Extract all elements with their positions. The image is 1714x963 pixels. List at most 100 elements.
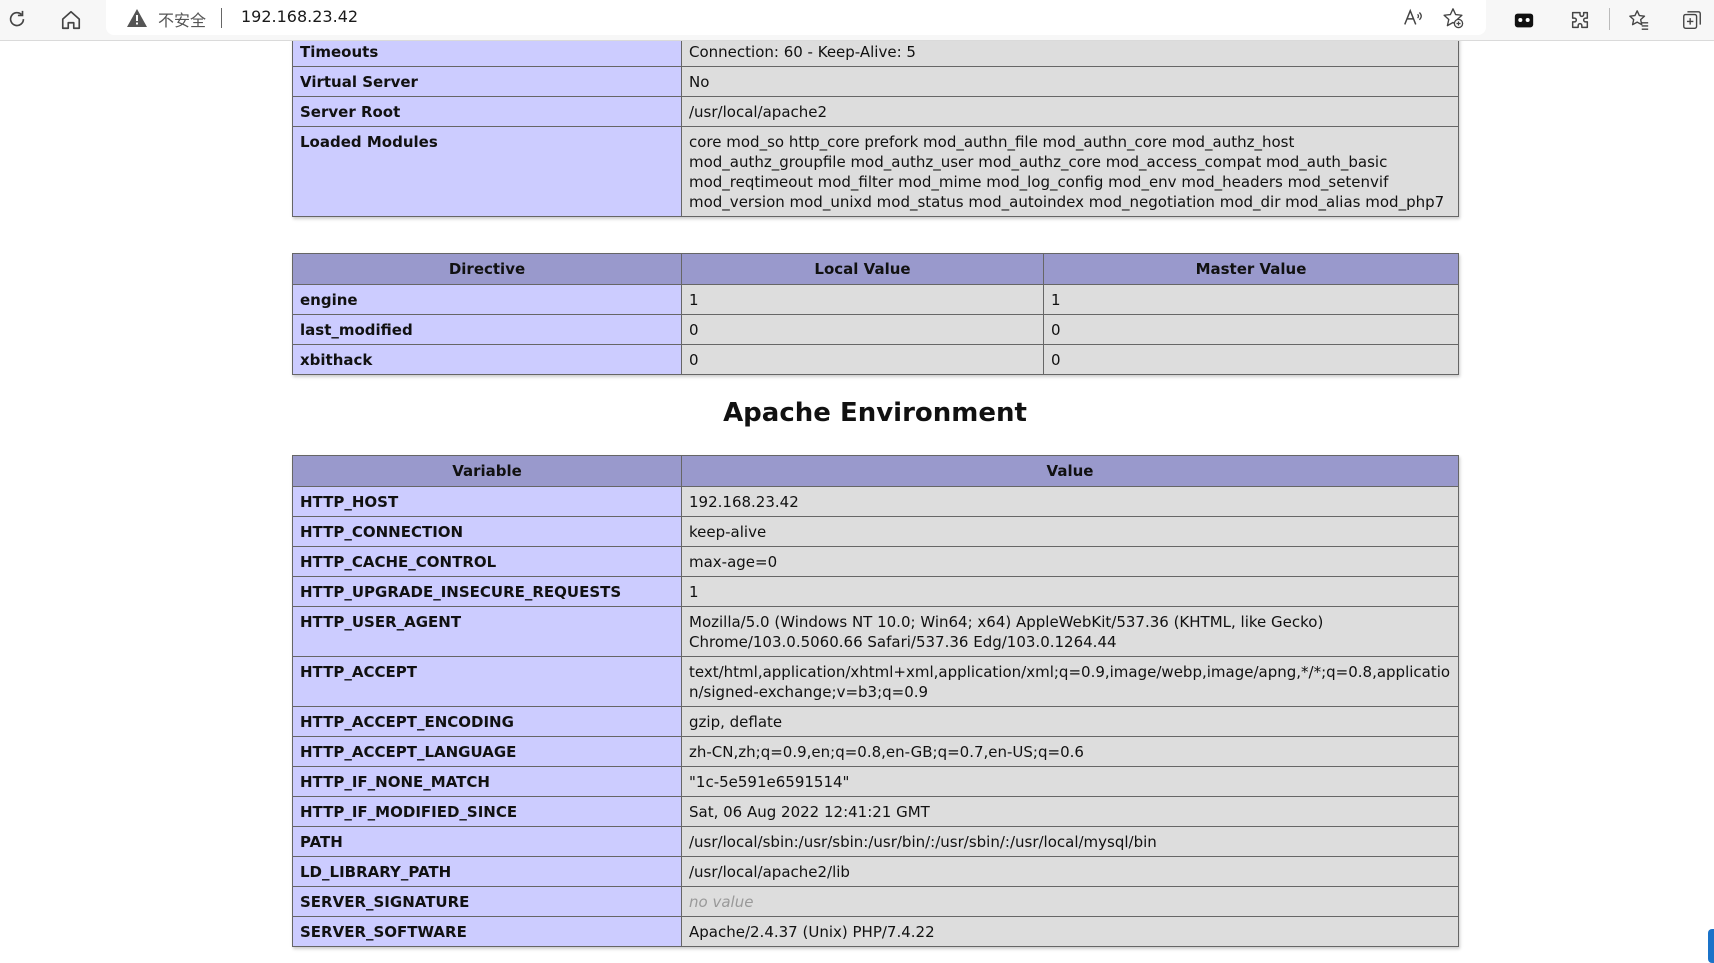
table-header-row: Directive Local Value Master Value: [292, 253, 1459, 285]
url-text[interactable]: 192.168.23.42: [241, 7, 358, 26]
games-icon: [1514, 13, 1534, 28]
table-cell-value: 192.168.23.42: [681, 486, 1459, 517]
table-cell-name: HTTP_IF_NONE_MATCH: [292, 766, 682, 797]
table-cell-value: gzip, deflate: [681, 706, 1459, 737]
table-cell-name: LD_LIBRARY_PATH: [292, 856, 682, 887]
table-row: HTTP_UPGRADE_INSECURE_REQUESTS 1: [292, 576, 1459, 607]
directive-table: Directive Local Value Master Value engin…: [292, 253, 1459, 375]
table-cell-value: 1: [681, 576, 1459, 607]
browser-toolbar: 不安全 192.168.23.42: [0, 0, 1714, 41]
table-row: LD_LIBRARY_PATH/usr/local/apache2/lib: [292, 856, 1459, 887]
column-header-variable: Variable: [292, 455, 682, 487]
table-cell-name: HTTP_UPGRADE_INSECURE_REQUESTS: [292, 576, 682, 607]
table-row: Server Root /usr/local/apache2: [292, 96, 1459, 127]
extensions-icon: [1571, 11, 1589, 29]
section-title: Apache Environment: [723, 398, 1027, 428]
table-cell-value: /usr/local/apache2: [681, 96, 1459, 127]
no-value-text: no value: [689, 893, 754, 911]
table-row: HTTP_HOST 192.168.23.42: [292, 486, 1459, 517]
address-separator: [221, 8, 222, 28]
add-favorite-button[interactable]: [1436, 1, 1470, 35]
table-cell-value: Apache/2.4.37 (Unix) PHP/7.4.22: [681, 916, 1459, 947]
table-cell-value: No: [681, 66, 1459, 97]
column-header-directive: Directive: [292, 253, 682, 285]
refresh-icon: [9, 10, 25, 27]
table-cell-name: HTTP_HOST: [292, 486, 682, 517]
warning-icon[interactable]: [126, 8, 148, 28]
column-header-local-value: Local Value: [681, 253, 1044, 285]
column-header-value: Value: [681, 455, 1459, 487]
read-aloud-button[interactable]: [1396, 1, 1430, 35]
read-aloud-icon: [1404, 8, 1422, 25]
table-row: PATH/usr/local/sbin:/usr/sbin:/usr/bin/:…: [292, 826, 1459, 857]
refresh-button[interactable]: [0, 3, 34, 37]
table-cell-name: HTTP_IF_MODIFIED_SINCE: [292, 796, 682, 827]
table-cell-master: 0: [1043, 314, 1459, 345]
table-cell-name: Timeouts: [292, 41, 682, 67]
table-row: HTTP_IF_MODIFIED_SINCE Sat, 06 Aug 2022 1…: [292, 796, 1459, 827]
table-row: HTTP_CONNECTION keep-alive: [292, 516, 1459, 547]
table-row: last_modified 0 0: [292, 314, 1459, 345]
table-cell-local: 0: [681, 344, 1044, 375]
table-cell-value: core mod_so http_core prefork mod_authn_…: [681, 126, 1459, 217]
table-cell-name: engine: [292, 284, 682, 315]
table-row: HTTP_USER_AGENT Mozilla/5.0 (Windows NT 1…: [292, 606, 1459, 657]
table-cell-value: zh-CN,zh;q=0.9,en;q=0.8,en-GB;q=0.7,en-U…: [681, 736, 1459, 767]
table-cell-name: SERVER_SIGNATURE: [292, 886, 682, 917]
table-cell-name: SERVER_SOFTWARE: [292, 916, 682, 947]
table-cell-name: HTTP_ACCEPT_LANGUAGE: [292, 736, 682, 767]
table-cell-value: no value: [681, 886, 1459, 917]
home-button[interactable]: [54, 3, 88, 37]
table-cell-name: HTTP_CACHE_CONTROL: [292, 546, 682, 577]
collections-button[interactable]: [1675, 3, 1709, 37]
table-cell-local: 1: [681, 284, 1044, 315]
table-row: Loaded Modules core mod_so http_core pre…: [292, 126, 1459, 217]
table-row: HTTP_ACCEPT_ENCODING gzip, deflate: [292, 706, 1459, 737]
table-cell-name: Virtual Server: [292, 66, 682, 97]
extensions-button[interactable]: [1563, 3, 1597, 37]
favorites-icon: [1629, 10, 1649, 30]
table-cell-name: Server Root: [292, 96, 682, 127]
table-cell-value: Connection: 60 - Keep-Alive: 5: [681, 41, 1459, 67]
table-cell-value: text/html,application/xhtml+xml,applicat…: [681, 656, 1459, 707]
table-cell-name: xbithack: [292, 344, 682, 375]
favorite-add-icon: [1443, 8, 1464, 29]
table-cell-name: HTTP_CONNECTION: [292, 516, 682, 547]
table-cell-value: /usr/local/apache2/lib: [681, 856, 1459, 887]
table-cell-value: Sat, 06 Aug 2022 12:41:21 GMT: [681, 796, 1459, 827]
table-cell-name: Loaded Modules: [292, 126, 682, 217]
toolbar-divider: [1609, 8, 1610, 30]
table-row: HTTP_ACCEPT_LANGUAGE zh-CN,zh;q=0.9,en;q=…: [292, 736, 1459, 767]
games-button[interactable]: [1507, 3, 1541, 37]
table-cell-value: max-age=0: [681, 546, 1459, 577]
favorites-button[interactable]: [1622, 3, 1656, 37]
apache-environment-table: Variable Value HTTP_HOST 192.168.23.42 HT…: [292, 455, 1459, 947]
table-cell-value: /usr/local/sbin:/usr/sbin:/usr/bin/:/usr…: [681, 826, 1459, 857]
table-cell-value: Mozilla/5.0 (Windows NT 10.0; Win64; x64…: [681, 606, 1459, 657]
table-cell-name: PATH: [292, 826, 682, 857]
table-cell-name: last_modified: [292, 314, 682, 345]
home-icon: [61, 10, 81, 30]
table-row: SERVER_SOFTWARE Apache/2.4.37 (Unix) PHP/…: [292, 916, 1459, 947]
address-bar[interactable]: 不安全 192.168.23.42: [106, 0, 1486, 35]
column-header-master-value: Master Value: [1043, 253, 1459, 285]
table-cell-value: keep-alive: [681, 516, 1459, 547]
table-row: Timeouts Connection: 60 - Keep-Alive: 5: [292, 41, 1459, 67]
table-cell-name: HTTP_ACCEPT: [292, 656, 682, 707]
table-cell-local: 0: [681, 314, 1044, 345]
table-row: Virtual Server No: [292, 66, 1459, 97]
table-row: HTTP_ACCEPT text/html,application/xhtml+x…: [292, 656, 1459, 707]
table-row: SERVER_SIGNATURE no value: [292, 886, 1459, 917]
server-config-table: Timeouts Connection: 60 - Keep-Alive: 5 …: [292, 41, 1459, 217]
table-row: HTTP_CACHE_CONTROL max-age=0: [292, 546, 1459, 577]
collections-icon: [1683, 11, 1701, 29]
sidebar-toggle-tab[interactable]: [1708, 929, 1714, 963]
insecure-label[interactable]: 不安全: [158, 7, 206, 31]
table-header-row: Variable Value: [292, 455, 1459, 487]
table-cell-value: "1c-5e591e6591514": [681, 766, 1459, 797]
table-cell-master: 1: [1043, 284, 1459, 315]
table-cell-master: 0: [1043, 344, 1459, 375]
page-content: Timeouts Connection: 60 - Keep-Alive: 5 …: [0, 41, 1714, 963]
table-row: HTTP_IF_NONE_MATCH "1c-5e591e6591514": [292, 766, 1459, 797]
table-row: engine 1 1: [292, 284, 1459, 315]
